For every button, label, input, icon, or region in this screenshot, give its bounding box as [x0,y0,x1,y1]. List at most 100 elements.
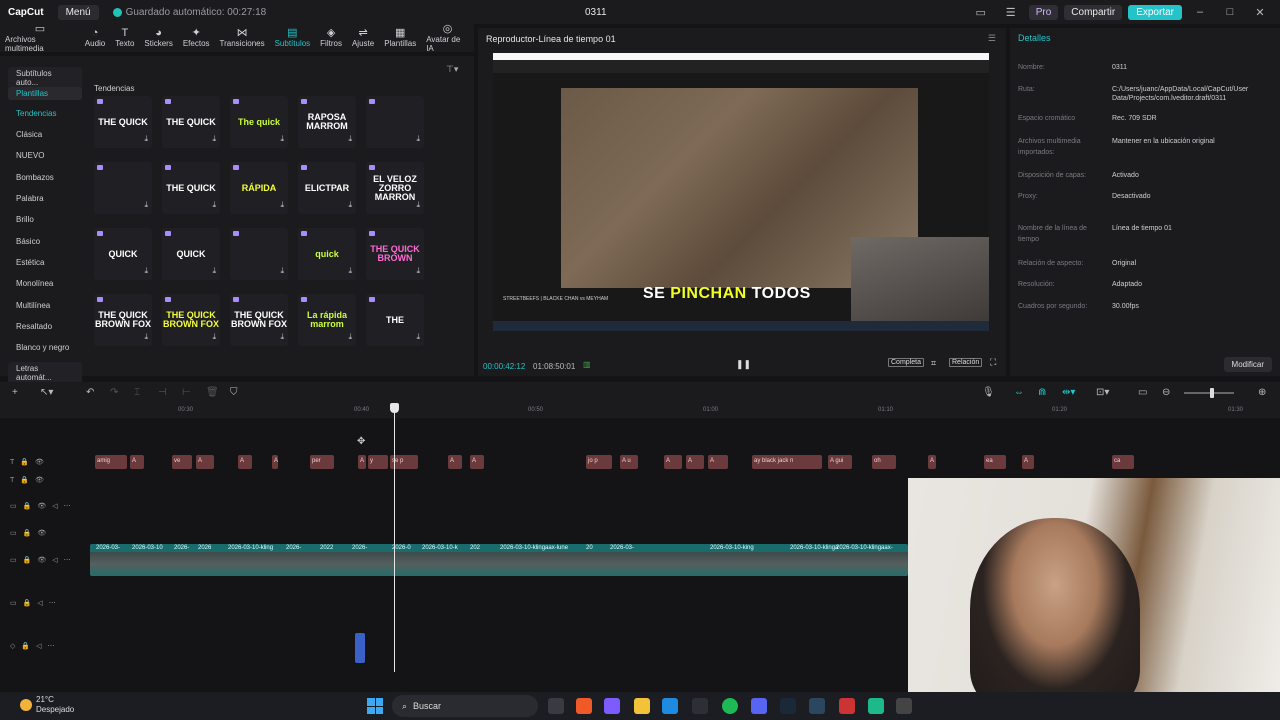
snap-icon[interactable]: ⇹▾ [1062,387,1075,398]
subtitle-track-controls[interactable]: T🔒👁 [10,458,50,466]
template-thumb[interactable]: THE QUICK BROWN FOX ⤓ [162,294,220,346]
subtitle-clip[interactable]: A [708,455,728,469]
app-2-icon[interactable] [839,698,855,714]
template-thumb[interactable]: ⤓ [94,162,152,214]
subtitle-clip[interactable]: A [130,455,144,469]
download-icon[interactable]: ⤓ [416,266,420,276]
sidebar-item[interactable]: NUEVO [16,151,44,160]
share-button[interactable]: Compartir [1064,4,1123,20]
layer-track-controls[interactable]: ▭🔒👁 [10,529,52,537]
pro-button[interactable]: Pro [1028,4,1059,20]
app-4-icon[interactable] [896,698,912,714]
sidebar-item[interactable]: Brillo [16,215,34,224]
tab-filtros[interactable]: ◈ Filtros [315,24,347,52]
redo-icon[interactable]: ↷ [110,387,118,398]
template-thumb[interactable]: THE QUICK ⤓ [94,96,152,148]
sidebar-item[interactable]: Tendencias [16,109,56,118]
template-thumb[interactable]: THE ⤓ [366,294,424,346]
subtitle-clip[interactable]: A [272,455,278,469]
download-icon[interactable]: ⤓ [348,200,352,210]
captions-icon[interactable]: ▭ [1138,387,1147,398]
download-icon[interactable]: ⤓ [144,200,148,210]
tab-stickers[interactable]: ◕ Stickers [139,24,177,52]
zoom-slider[interactable] [1184,392,1234,394]
template-thumb[interactable]: La rápida marrom ⤓ [298,294,356,346]
download-icon[interactable]: ⤓ [212,266,216,276]
template-thumb[interactable]: THE QUICK BROWN FOX ⤓ [94,294,152,346]
microphone-icon[interactable]: 🎙 [982,387,995,398]
task-view-icon[interactable] [548,698,564,714]
audio-track-controls[interactable]: ▭🔒◁⋯ [10,599,62,607]
magnet-icon[interactable]: ⋒ [1038,387,1046,398]
template-thumb[interactable]: RÁPIDA ⤓ [230,162,288,214]
zoom-out-icon[interactable]: ⊖ [1162,387,1170,398]
template-thumb[interactable]: QUICK ⤓ [162,228,220,280]
subtitle-clip[interactable]: A [238,455,252,469]
template-thumb[interactable]: EL VELOZ ZORRO MARRON ⤓ [366,162,424,214]
tab-ajuste[interactable]: ⇌ Ajuste [347,24,379,52]
windows-start-icon[interactable] [367,698,383,714]
subtitle-clip[interactable]: A [928,455,936,469]
brave-icon[interactable] [576,698,592,714]
playhead-handle[interactable] [390,403,399,413]
sidebar-item[interactable]: Básico [16,237,40,246]
subtitle-clip[interactable]: A [686,455,704,469]
steam-2-icon[interactable] [809,698,825,714]
split-left-icon[interactable]: ⊣ [158,387,167,398]
tab-avatar-de-ia[interactable]: ◎ Avatar de IA [421,23,474,53]
shield-icon[interactable]: ⛉ [230,387,238,398]
template-thumb[interactable]: quick ⤓ [298,228,356,280]
waveform-icon[interactable]: ▥ [583,360,591,369]
layout-icon[interactable]: ▭ [969,6,993,19]
minimize-icon[interactable]: – [1188,6,1212,18]
sidebar-item[interactable]: Blanco y negro [16,343,69,352]
subtitle-clip[interactable]: ay black jack n [752,455,822,469]
file-explorer-icon[interactable] [634,698,650,714]
discord-icon[interactable] [751,698,767,714]
split-icon[interactable]: ⌶ [134,387,140,398]
download-icon[interactable]: ⤓ [348,266,352,276]
download-icon[interactable]: ⤓ [280,332,284,342]
app-3-icon[interactable] [868,698,884,714]
template-thumb[interactable]: RAPOSA MARROM ⤓ [298,96,356,148]
overlay-track-controls[interactable]: ▭🔒👁◁⋯ [10,502,77,510]
audio-track-2-controls[interactable]: ◇🔒◁⋯ [10,642,60,650]
tab-audio[interactable]: ◔ Audio [80,24,110,52]
close-icon[interactable]: ✕ [1248,6,1272,19]
download-icon[interactable]: ⤓ [144,332,148,342]
export-button[interactable]: Exportar [1128,4,1182,20]
sidebar-item[interactable]: Subtítulos auto... [8,67,82,89]
main-track-controls[interactable]: ▭🔒👁◁⋯ [10,556,77,564]
modify-button[interactable]: Modificar [1223,357,1272,372]
download-icon[interactable]: ⤓ [416,134,420,144]
template-thumb[interactable]: ⤓ [366,96,424,148]
template-thumb[interactable]: THE QUICK ⤓ [162,96,220,148]
weather-widget[interactable]: 21°C Despejado [20,695,74,715]
subtitle-clip[interactable]: A [358,455,366,469]
template-thumb[interactable]: ⤓ [230,228,288,280]
download-icon[interactable]: ⤓ [280,134,284,144]
subtitle-clip[interactable]: ca [1112,455,1134,469]
playhead[interactable] [394,404,395,672]
edge-icon[interactable] [662,698,678,714]
download-icon[interactable]: ⤓ [416,332,420,342]
tab-subtítulos[interactable]: ▤ Subtítulos [270,24,316,52]
download-icon[interactable]: ⤓ [212,200,216,210]
text-track-controls[interactable]: T🔒👁 [10,476,50,484]
video-preview[interactable]: SE PINCHAN TODOS STREETBEEFS | BLACKE CH… [493,53,989,331]
download-icon[interactable]: ⤓ [348,332,352,342]
tab-efectos[interactable]: ✦ Efectos [178,24,215,52]
zoom-slider-handle[interactable] [1210,388,1214,398]
sidebar-item[interactable]: Clásica [16,130,42,139]
subtitle-clip[interactable]: y [368,455,388,469]
taskbar-search[interactable]: ⌕ Buscar [392,695,538,717]
tab-transiciones[interactable]: ⋈ Transiciones [215,24,270,52]
spotify-icon[interactable] [722,698,738,714]
sidebar-item[interactable]: Plantillas [8,87,82,100]
focus-icon[interactable]: ⌗ [931,358,936,369]
template-thumb[interactable]: THE QUICK BROWN ⤓ [366,228,424,280]
template-thumb[interactable]: QUICK ⤓ [94,228,152,280]
delete-icon[interactable]: 🗑 [206,387,219,398]
link-icon[interactable]: ⇔ [1014,387,1024,398]
sidebar-item[interactable]: Letras automát... [8,362,82,384]
